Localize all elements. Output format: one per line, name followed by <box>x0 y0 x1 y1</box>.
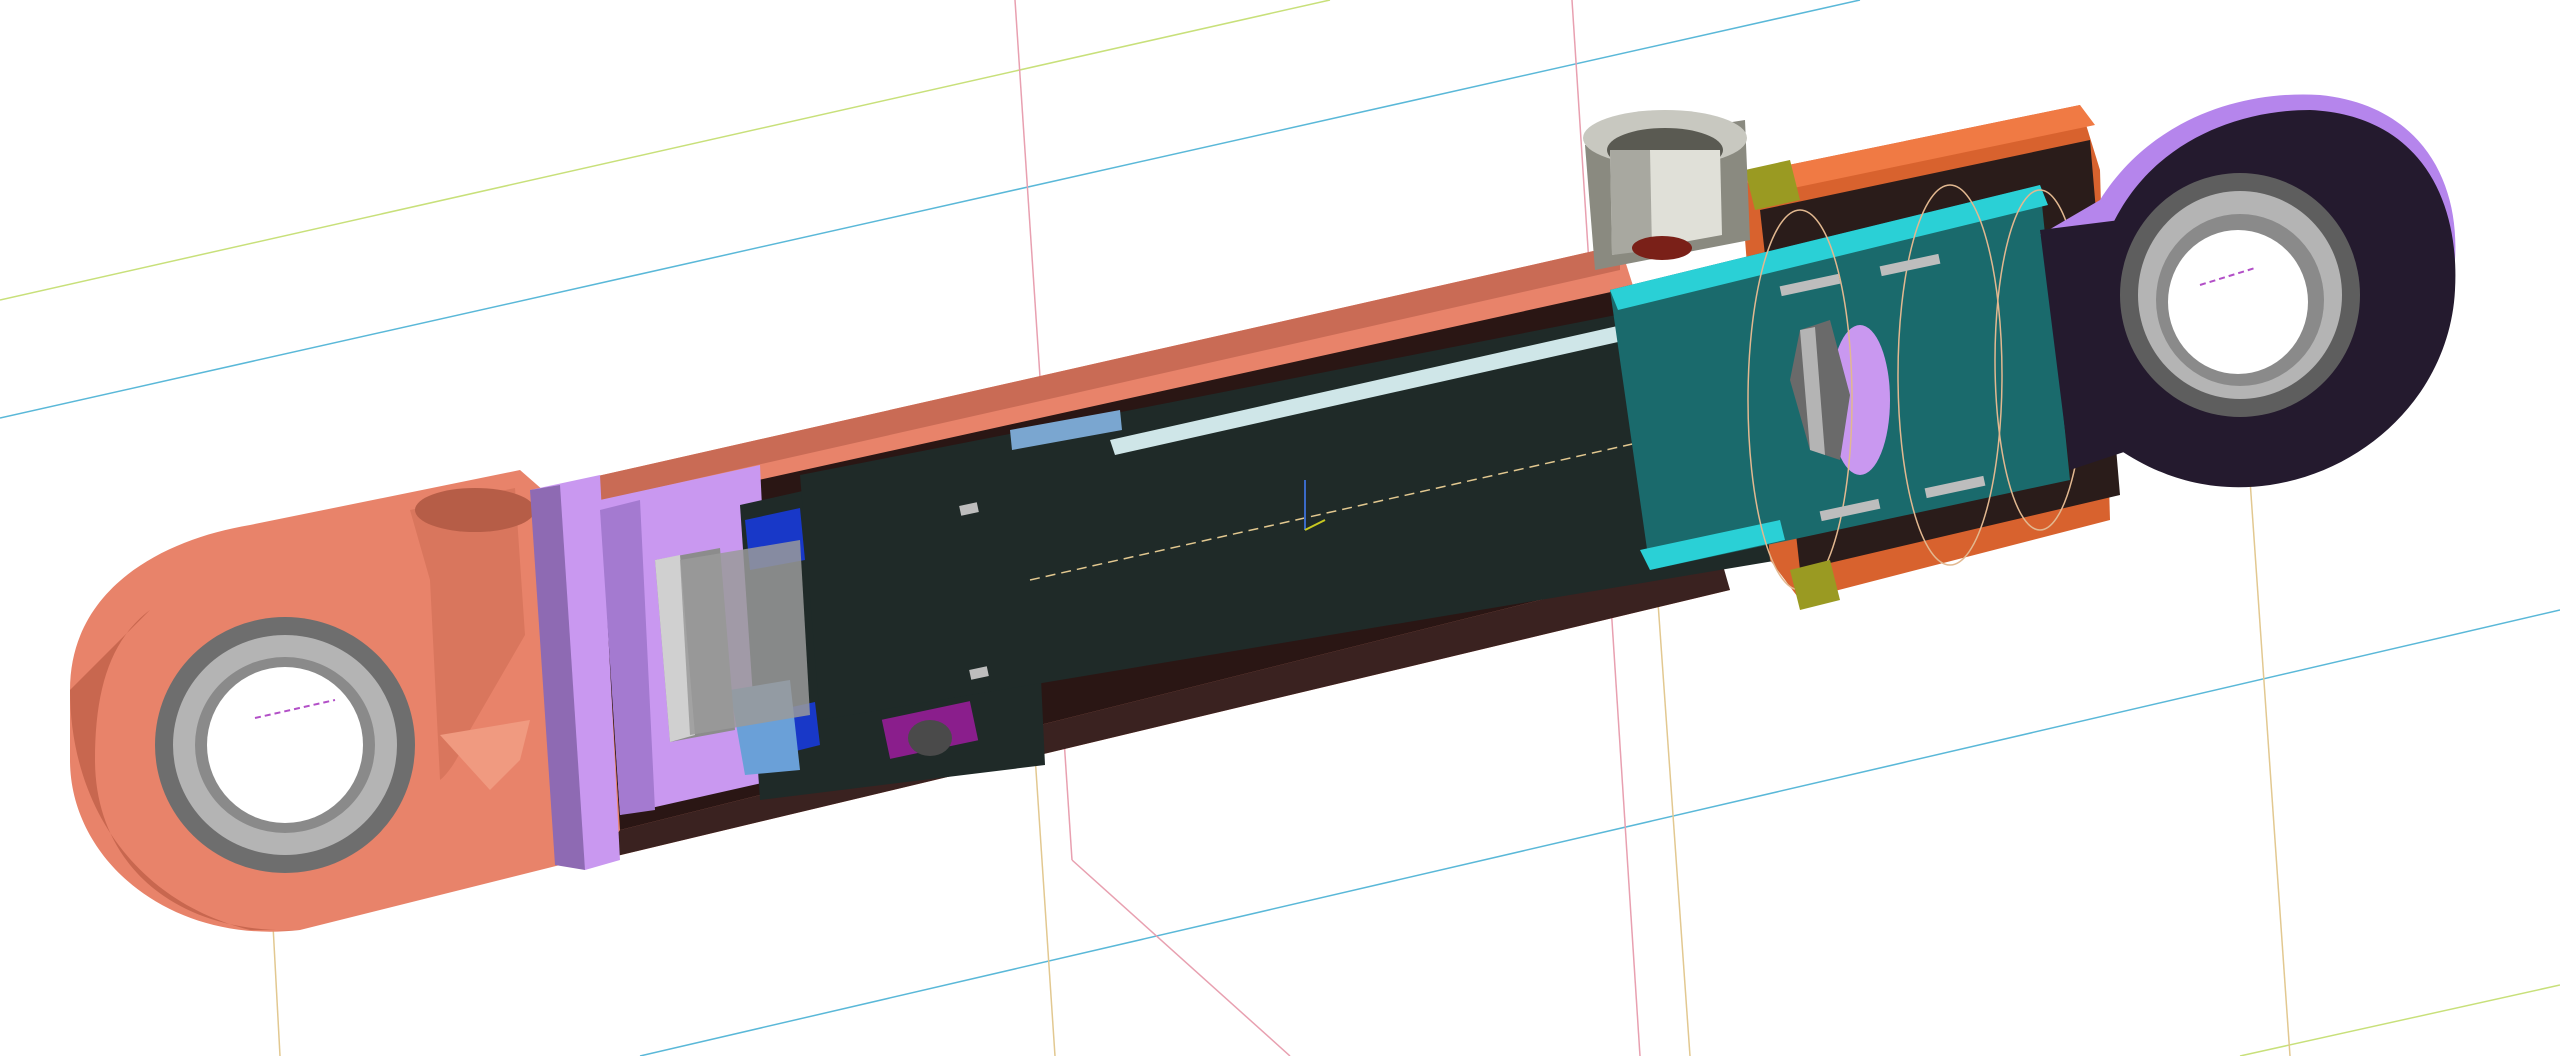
piston-nut-bottom <box>908 720 952 756</box>
model-canvas[interactable] <box>0 0 2560 1056</box>
ref-line-tan-vertical-4 <box>1654 559 1691 1056</box>
piston-washer <box>680 540 810 735</box>
ref-line-pink-diagonal <box>1071 859 1291 1056</box>
rod-eye-bore-hole <box>2168 230 2308 374</box>
ref-line-yellow-top <box>0 0 1331 301</box>
clevis-bore-hole <box>207 667 363 823</box>
ref-line-tan-vertical-3 <box>2249 479 2291 1056</box>
clevis-port-opening <box>415 488 535 532</box>
rod-end-port[interactable] <box>1583 110 1750 270</box>
cap-end-clevis[interactable] <box>70 470 580 932</box>
cad-viewport[interactable] <box>0 0 2560 1056</box>
port-boss-bottom <box>1632 236 1692 260</box>
rod-eye[interactable] <box>2040 94 2456 488</box>
